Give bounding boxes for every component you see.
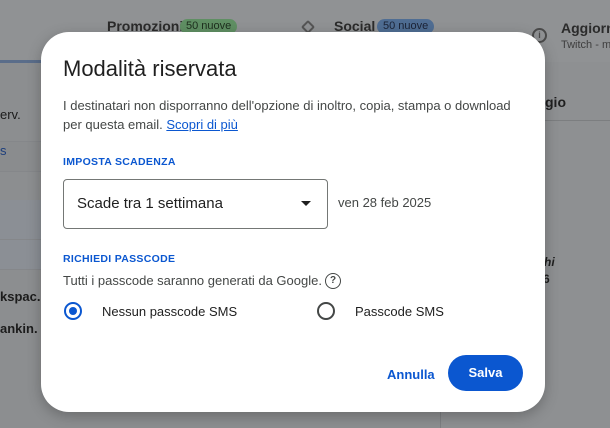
reading-pane-header: gio bbox=[545, 94, 566, 110]
tab-updates[interactable]: Aggiorna bbox=[561, 20, 610, 36]
chevron-down-icon bbox=[301, 201, 311, 206]
learn-more-link[interactable]: Scopri di più bbox=[166, 117, 238, 132]
list-item-text: kspac. bbox=[0, 289, 41, 304]
confidential-mode-dialog: Modalità riservata I destinatari non dis… bbox=[41, 32, 545, 412]
no-sms-passcode-radio[interactable] bbox=[64, 302, 82, 320]
reading-pane-text: hi bbox=[544, 255, 555, 269]
description-text: I destinatari non disporranno dell'opzio… bbox=[63, 98, 511, 132]
expiry-select[interactable]: Scade tra 1 settimana bbox=[63, 179, 328, 229]
save-button[interactable]: Salva bbox=[448, 355, 523, 391]
active-tab-indicator bbox=[0, 60, 42, 63]
passcode-section-title: RICHIEDI PASSCODE bbox=[63, 253, 176, 265]
dialog-title: Modalità riservata bbox=[63, 56, 237, 81]
list-item-text: erv. bbox=[0, 107, 21, 122]
sms-passcode-radio[interactable] bbox=[317, 302, 335, 320]
sms-passcode-label[interactable]: Passcode SMS bbox=[355, 304, 444, 319]
expiry-date: ven 28 feb 2025 bbox=[338, 195, 432, 210]
list-item-text: s bbox=[0, 143, 7, 158]
help-icon[interactable]: ? bbox=[325, 273, 341, 289]
passcode-info-text: Tutti i passcode saranno generati da Goo… bbox=[63, 273, 322, 288]
no-sms-passcode-label[interactable]: Nessun passcode SMS bbox=[102, 304, 237, 319]
expiry-section-title: IMPOSTA SCADENZA bbox=[63, 156, 176, 168]
tab-updates-sender: Twitch - m bbox=[561, 39, 610, 51]
cancel-button[interactable]: Annulla bbox=[377, 357, 445, 393]
expiry-select-value: Scade tra 1 settimana bbox=[77, 195, 223, 212]
dialog-description: I destinatari non disporranno dell'opzio… bbox=[63, 96, 533, 134]
